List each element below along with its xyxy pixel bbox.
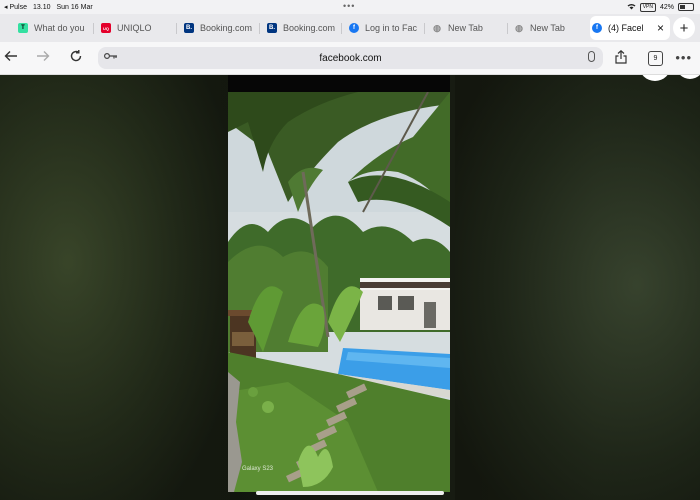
tab-label: New Tab bbox=[530, 23, 565, 33]
multitasking-dots-icon[interactable]: ••• bbox=[343, 1, 355, 11]
forward-button[interactable] bbox=[36, 49, 50, 68]
globe-icon: ◍ bbox=[515, 22, 523, 33]
battery-icon bbox=[678, 3, 694, 11]
tab-tripadvisor[interactable]: T What do you bbox=[16, 18, 86, 38]
home-indicator[interactable] bbox=[256, 491, 444, 495]
globe-icon: ◍ bbox=[433, 22, 441, 33]
page-content: Galaxy S23 bbox=[0, 75, 700, 500]
tab-bar: T What do you UQ UNIQLO B. Booking.com B… bbox=[0, 14, 700, 42]
tripadvisor-icon: T bbox=[18, 23, 28, 33]
camera-watermark: Galaxy S23 bbox=[242, 466, 274, 472]
address-bar[interactable]: facebook.com bbox=[98, 47, 603, 69]
key-icon[interactable] bbox=[103, 52, 118, 63]
clock: 13.10 bbox=[32, 3, 51, 11]
tab-separator bbox=[507, 23, 508, 34]
tab-booking-1[interactable]: B. Booking.com bbox=[182, 18, 254, 38]
tab-booking-2[interactable]: B. Booking.com bbox=[265, 18, 335, 38]
overlay-controls bbox=[639, 75, 700, 81]
booking-icon: B. bbox=[267, 23, 277, 33]
tab-uniqlo[interactable]: UQ UNIQLO bbox=[99, 18, 174, 38]
more-menu-icon[interactable]: ••• bbox=[675, 50, 692, 65]
tab-label: Log in to Fac bbox=[365, 23, 418, 33]
new-tab-button[interactable]: + bbox=[673, 17, 695, 39]
story-photo[interactable]: Galaxy S23 bbox=[228, 92, 450, 492]
close-tab-icon[interactable]: × bbox=[657, 21, 664, 35]
tab-switcher-button[interactable]: 9 bbox=[648, 51, 663, 66]
tab-separator bbox=[93, 23, 94, 34]
video-top-bar bbox=[228, 75, 450, 92]
resort-photo-image bbox=[228, 92, 450, 492]
overlay-menu-icon[interactable] bbox=[676, 75, 700, 79]
browser-toolbar: facebook.com 9 ••• bbox=[0, 42, 700, 75]
tab-new-tab-1[interactable]: ◍ New Tab bbox=[430, 18, 502, 38]
tab-label: Booking.com bbox=[283, 23, 335, 33]
tab-separator bbox=[259, 23, 260, 34]
tab-separator bbox=[341, 23, 342, 34]
tab-label: New Tab bbox=[448, 23, 483, 33]
blurred-background-left bbox=[0, 75, 230, 500]
blurred-background-right bbox=[455, 75, 700, 500]
tab-label: Booking.com bbox=[200, 23, 253, 33]
tab-label: UNIQLO bbox=[117, 23, 152, 33]
tab-separator bbox=[424, 23, 425, 34]
reload-button[interactable] bbox=[69, 49, 83, 68]
tab-separator bbox=[176, 23, 177, 34]
status-bar: ◂ Pulse 13.10 Sun 16 Mar ••• VPN 42% bbox=[0, 0, 700, 14]
back-button[interactable] bbox=[4, 49, 18, 68]
wifi-icon bbox=[627, 3, 636, 12]
tab-facebook-active[interactable]: f (4) Facel × bbox=[590, 16, 670, 40]
plus-icon: + bbox=[679, 19, 689, 37]
tab-label: What do you bbox=[34, 23, 85, 33]
vpn-badge: VPN bbox=[639, 2, 656, 12]
uniqlo-icon: UQ bbox=[101, 23, 111, 33]
tab-new-tab-2[interactable]: ◍ New Tab bbox=[512, 18, 584, 38]
date-label: Sun 16 Mar bbox=[56, 3, 93, 11]
url-text: facebook.com bbox=[319, 52, 382, 64]
facebook-icon: f bbox=[592, 23, 602, 33]
overlay-button-icon[interactable] bbox=[639, 75, 671, 81]
microphone-icon[interactable] bbox=[588, 51, 595, 62]
booking-icon: B. bbox=[184, 23, 194, 33]
tab-label: (4) Facel bbox=[608, 23, 644, 33]
facebook-icon: f bbox=[349, 23, 359, 33]
carrier-label: ◂ Pulse bbox=[4, 4, 27, 11]
battery-percent: 42% bbox=[659, 3, 674, 11]
tab-facebook-login[interactable]: f Log in to Fac bbox=[347, 18, 419, 38]
share-button[interactable] bbox=[615, 49, 627, 64]
